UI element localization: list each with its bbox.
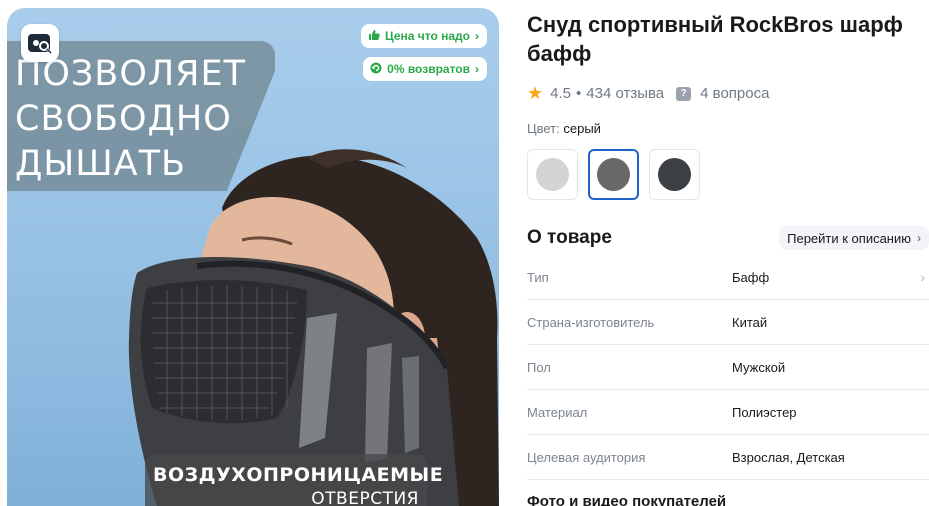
customer-media-heading: Фото и видео покупателей: [527, 493, 727, 506]
meta-separator: •: [576, 85, 582, 102]
spec-key: Страна-изготовитель: [527, 314, 655, 330]
spec-row-gender: Пол Мужской: [527, 345, 929, 390]
spec-key: Целевая аудитория: [527, 449, 646, 465]
go-to-description-label: Перейти к описанию: [787, 230, 911, 246]
spec-value: Взрослая, Детская: [732, 449, 845, 465]
return-icon: [370, 62, 382, 77]
camera-search-icon: [28, 34, 53, 55]
badge-good-price-label: Цена что надо: [384, 29, 470, 43]
spec-row-material: Материал Полиэстер: [527, 390, 929, 435]
badge-good-price[interactable]: Цена что надо ›: [360, 24, 487, 48]
spec-value: Полиэстер: [732, 404, 797, 420]
chevron-right-icon: ›: [917, 231, 921, 245]
color-swatch-dark-gray[interactable]: [649, 149, 700, 200]
feature-caption-line2: ОТВЕРСТИЯ: [311, 489, 419, 506]
spec-value: Бафф: [732, 269, 770, 285]
rating-value[interactable]: 4.5: [550, 85, 571, 102]
spec-key: Пол: [527, 359, 551, 375]
spec-key: Тип: [527, 269, 549, 285]
feature-caption: ВОЗДУХОПРОНИЦАЕМЫЕ ОТВЕРСТИЯ: [145, 454, 444, 506]
spec-value: Китай: [732, 314, 768, 330]
product-image[interactable]: ПОЗВОЛЯЕТ СВОБОДНО ДЫШАТЬ Цена что надо …: [7, 8, 499, 506]
color-swatch-gray[interactable]: [588, 149, 639, 200]
chevron-right-icon: ›: [920, 269, 925, 285]
color-swatches: [527, 149, 929, 200]
feature-caption-line1: ВОЗДУХОПРОНИЦАЕМЫЕ: [153, 464, 444, 486]
about-title: О товаре: [527, 227, 612, 248]
promo-headline: ПОЗВОЛЯЕТ СВОБОДНО ДЫШАТЬ: [15, 54, 246, 184]
color-label: Цвет:: [527, 121, 560, 136]
question-icon: ?: [676, 86, 692, 101]
spec-key: Материал: [527, 404, 588, 420]
spec-row-audience: Целевая аудитория Взрослая, Детская: [527, 435, 929, 480]
product-info: Снуд спортивный RockBros шарф бафф ★ 4.5…: [527, 10, 929, 506]
badge-zero-returns-label: 0% возвратов: [387, 62, 470, 76]
about-header: О товаре Перейти к описанию ›: [527, 226, 929, 250]
color-swatch-light-gray[interactable]: [527, 149, 578, 200]
color-dot: [536, 158, 569, 191]
go-to-description-button[interactable]: Перейти к описанию ›: [779, 226, 929, 250]
star-icon: ★: [527, 83, 544, 103]
chevron-right-icon: ›: [475, 29, 479, 43]
product-title: Снуд спортивный RockBros шарф бафф: [527, 12, 903, 66]
specs-table: Тип Бафф › Страна-изготовитель Китай Пол…: [527, 255, 929, 480]
color-dot: [597, 158, 630, 191]
spec-row-country: Страна-изготовитель Китай: [527, 300, 929, 345]
questions-link[interactable]: 4 вопроса: [700, 85, 769, 102]
reviews-link[interactable]: 434 отзыва: [586, 85, 664, 102]
color-dot: [658, 158, 691, 191]
color-value: серый: [563, 121, 601, 136]
badge-zero-returns[interactable]: 0% возвратов ›: [363, 57, 487, 81]
thumbs-up-icon: [368, 29, 380, 44]
chevron-right-icon: ›: [475, 62, 479, 76]
color-selection-label: Цвет: серый: [527, 121, 929, 136]
spec-row-type[interactable]: Тип Бафф ›: [527, 255, 929, 300]
rating-row: ★ 4.5 • 434 отзыва ? 4 вопроса: [527, 83, 929, 104]
spec-value: Мужской: [732, 359, 786, 375]
image-search-button[interactable]: [21, 24, 59, 62]
